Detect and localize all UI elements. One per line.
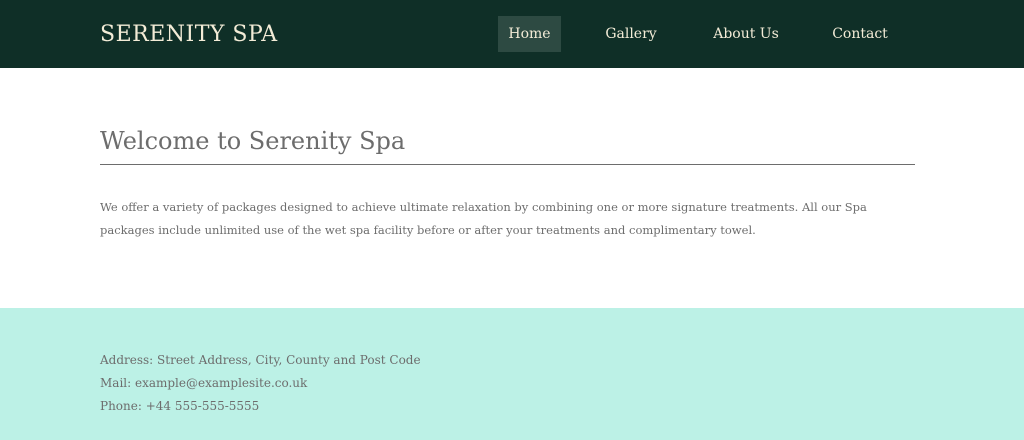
footer-mail[interactable]: Mail: example@examplesite.co.uk <box>100 373 307 393</box>
site-footer: Address: Street Address, City, County an… <box>0 308 1024 440</box>
site-header: SERENITY SPA Home Gallery About Us Conta… <box>0 0 1024 68</box>
main-content: Welcome to Serenity Spa We offer a varie… <box>0 68 1024 308</box>
site-logo[interactable]: SERENITY SPA <box>100 20 278 50</box>
page-title: Welcome to Serenity Spa <box>100 127 406 155</box>
nav-item-contact[interactable]: Contact <box>826 16 894 52</box>
intro-paragraph: We offer a variety of packages designed … <box>100 200 867 237</box>
nav-item-gallery[interactable]: Gallery <box>600 16 662 52</box>
footer-address: Address: Street Address, City, County an… <box>100 353 421 367</box>
nav-item-about-us[interactable]: About Us <box>706 16 786 52</box>
footer-phone: Phone: +44 555-555-5555 <box>100 399 260 413</box>
nav-item-home[interactable]: Home <box>498 16 561 52</box>
title-divider <box>100 164 915 165</box>
